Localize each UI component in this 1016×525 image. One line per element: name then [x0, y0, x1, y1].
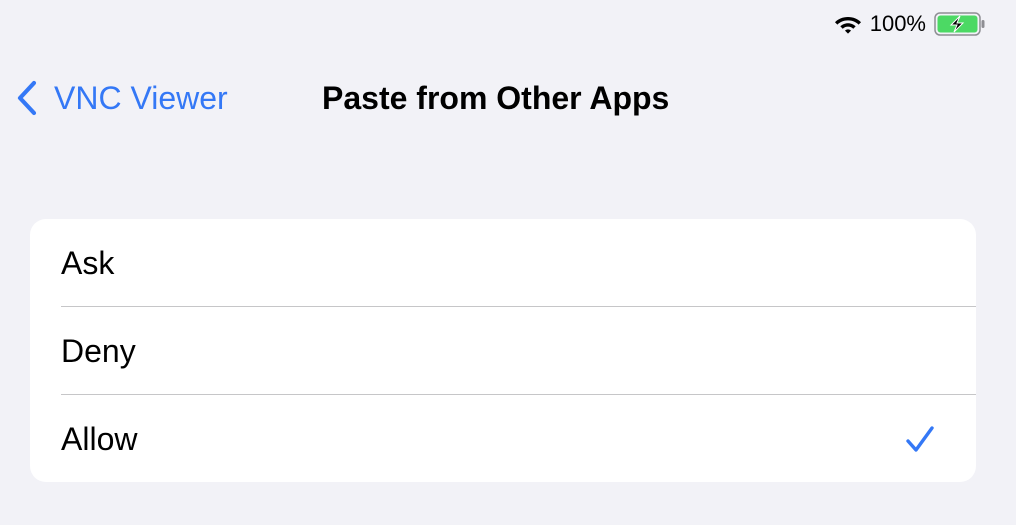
page-title: Paste from Other Apps: [322, 80, 670, 116]
option-label: Deny: [61, 333, 136, 369]
option-deny[interactable]: Deny: [61, 306, 976, 394]
option-allow[interactable]: Allow: [61, 394, 976, 482]
back-label: VNC Viewer: [54, 80, 228, 116]
navigation-bar: VNC Viewer Paste from Other Apps: [0, 70, 1016, 126]
option-ask[interactable]: Ask: [30, 219, 976, 306]
chevron-left-icon: [17, 80, 37, 116]
checkmark-icon: [906, 426, 934, 452]
back-button[interactable]: VNC Viewer: [14, 78, 228, 118]
options-list: Ask Deny Allow: [30, 219, 976, 482]
wifi-icon: [834, 17, 861, 34]
option-label: Ask: [61, 245, 115, 281]
battery-percentage: 100%: [869, 11, 926, 36]
option-label: Allow: [61, 421, 138, 457]
status-bar: 100%: [834, 10, 986, 38]
battery-charging-icon: [934, 12, 985, 36]
